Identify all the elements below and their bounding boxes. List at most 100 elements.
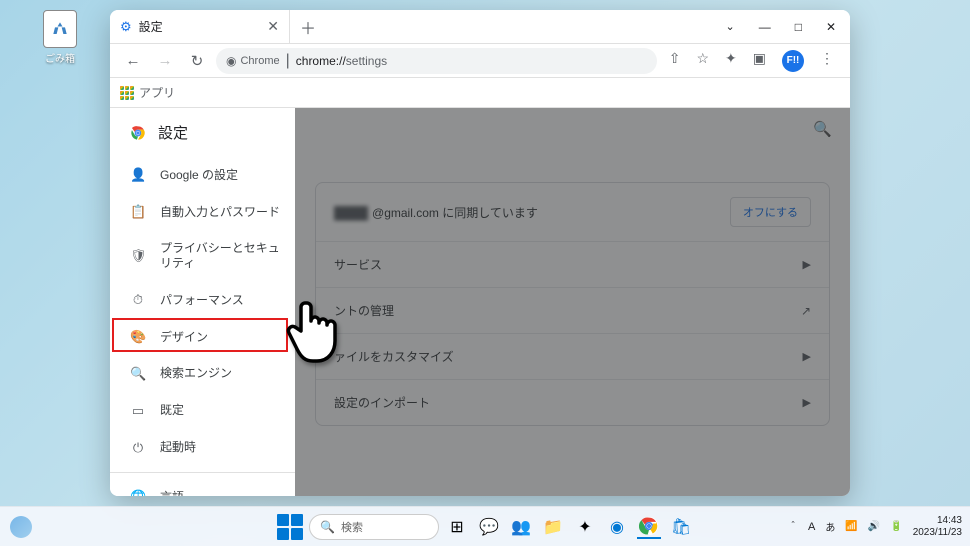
sidebar-item-label: 起動時 xyxy=(160,440,196,456)
url-path: settings xyxy=(346,54,387,68)
chevron-right-icon: ▶ xyxy=(803,396,811,409)
share-icon[interactable]: ⇧ xyxy=(669,50,681,72)
system-tray: ＾ A あ 📶 🔊 🔋 14:43 2023/11/23 xyxy=(788,515,962,538)
start-button[interactable] xyxy=(277,514,303,540)
tab-title: 設定 xyxy=(139,18,261,35)
sidebar-item-appearance[interactable]: 🎨 デザイン xyxy=(110,319,295,356)
sidebar-item-label: パフォーマンス xyxy=(160,293,244,309)
palette-icon: 🎨 xyxy=(130,329,146,346)
chevron-right-icon: ▶ xyxy=(803,258,811,271)
reload-button[interactable]: ↻ xyxy=(184,52,210,70)
back-button[interactable]: ← xyxy=(120,52,146,69)
titlebar: ⚙ 設定 ✕ ＋ ⌄ — □ ✕ xyxy=(110,10,850,44)
sidebar-item-label: 既定 xyxy=(160,403,184,419)
tray-overflow-icon[interactable]: ＾ xyxy=(788,519,798,534)
extensions-icon[interactable]: ✦ xyxy=(725,50,737,72)
search-placeholder: 検索 xyxy=(341,519,363,535)
store-icon[interactable]: 🛍 xyxy=(669,515,693,539)
address-bar: ← → ↻ ◉Chrome | chrome://settings ⇧ ☆ ✦ … xyxy=(110,44,850,78)
battery-icon[interactable]: 🔋 xyxy=(890,521,902,532)
teams-icon[interactable]: 👥 xyxy=(509,515,533,539)
taskbar: 🔍 検索 ⊞ 💬 👥 📁 ✦ ◉ 🛍 ＾ A あ 📶 🔊 🔋 14:43 202… xyxy=(0,506,970,546)
tabs-dropdown-icon[interactable]: ⌄ xyxy=(725,20,734,34)
wifi-icon[interactable]: 📶 xyxy=(845,521,857,532)
clipboard-icon: 📋 xyxy=(130,204,146,221)
settings-main: 🔍 ████ @gmail.com に同期しています オフにする サービス▶ ント… xyxy=(295,108,850,496)
customize-profile-row[interactable]: ァイルをカスタマイズ▶ xyxy=(316,334,829,380)
task-view-icon[interactable]: ⊞ xyxy=(445,515,469,539)
turn-off-button[interactable]: オフにする xyxy=(730,197,811,227)
kebab-menu-icon[interactable]: ⋮ xyxy=(820,50,834,72)
bookmarks-bar: アプリ xyxy=(110,78,850,108)
sidebar-item-default-browser[interactable]: ▭ 既定 xyxy=(110,393,295,430)
star-icon[interactable]: ☆ xyxy=(696,50,709,72)
email-masked: ████ xyxy=(334,206,368,220)
recycle-bin[interactable]: ごみ箱 xyxy=(35,10,85,65)
window-close-button[interactable]: ✕ xyxy=(826,20,836,34)
widgets-icon[interactable] xyxy=(10,516,32,538)
sync-text: @gmail.com に同期しています xyxy=(372,206,538,220)
recycle-bin-icon xyxy=(43,10,77,48)
chat-icon[interactable]: 💬 xyxy=(477,515,501,539)
external-link-icon: ↗ xyxy=(801,304,811,318)
window-minimize-button[interactable]: — xyxy=(759,20,771,34)
tab-close-icon[interactable]: ✕ xyxy=(267,18,279,35)
services-row[interactable]: サービス▶ xyxy=(316,242,829,288)
explorer-icon[interactable]: 📁 xyxy=(541,515,565,539)
sidebar-item-label: 自動入力とパスワード xyxy=(160,205,280,221)
ime-mode-icon[interactable]: あ xyxy=(825,519,835,534)
gauge-icon: ⏱ xyxy=(130,292,146,309)
sidebar-divider xyxy=(110,472,295,473)
chrome-taskbar-icon[interactable] xyxy=(637,515,661,539)
url-field[interactable]: ◉Chrome | chrome://settings xyxy=(216,48,657,74)
volume-icon[interactable]: 🔊 xyxy=(868,521,880,532)
sidebar-item-autofill[interactable]: 📋 自動入力とパスワード xyxy=(110,194,295,231)
sidebar-item-google[interactable]: 👤 Google の設定 xyxy=(110,157,295,194)
import-settings-row[interactable]: 設定のインポート▶ xyxy=(316,380,829,425)
row-label: ントの管理 xyxy=(334,302,801,319)
sidebar-item-label: デザイン xyxy=(160,330,208,346)
person-icon: 👤 xyxy=(130,167,146,184)
apps-grid-icon xyxy=(120,86,134,100)
forward-button: → xyxy=(152,52,178,69)
sidebar-item-privacy[interactable]: 🛡 プライバシーとセキュリティ xyxy=(110,231,295,282)
window-maximize-button[interactable]: □ xyxy=(795,20,802,34)
power-icon: ⏻ xyxy=(130,440,146,457)
clock[interactable]: 14:43 2023/11/23 xyxy=(913,515,962,538)
edge-icon[interactable]: ◉ xyxy=(605,515,629,539)
sidebar-item-label: 言語 xyxy=(160,490,184,496)
recycle-bin-label: ごみ箱 xyxy=(35,50,85,65)
search-icon: 🔍 xyxy=(130,366,146,383)
sidebar-item-label: プライバシーとセキュリティ xyxy=(160,241,281,272)
gear-icon: ⚙ xyxy=(120,19,132,35)
chrome-label: Chrome xyxy=(240,55,279,67)
sidebar-item-on-startup[interactable]: ⏻ 起動時 xyxy=(110,430,295,467)
chrome-logo-icon xyxy=(128,123,148,143)
url-prefix: chrome:// xyxy=(296,54,346,68)
sync-row[interactable]: ████ @gmail.com に同期しています オフにする xyxy=(316,183,829,242)
sidebar-item-search-engine[interactable]: 🔍検索エンジン xyxy=(110,356,295,393)
shield-icon: 🛡 xyxy=(130,248,146,265)
pinned-app-icon[interactable]: ✦ xyxy=(573,515,597,539)
sidebar-item-performance[interactable]: ⏱ パフォーマンス xyxy=(110,282,295,319)
apps-shortcut[interactable]: アプリ xyxy=(120,84,175,101)
browser-tab[interactable]: ⚙ 設定 ✕ xyxy=(110,10,290,43)
row-label: 設定のインポート xyxy=(334,394,803,411)
search-icon: 🔍 xyxy=(320,520,335,534)
taskbar-search[interactable]: 🔍 検索 xyxy=(309,514,439,540)
new-tab-button[interactable]: ＋ xyxy=(290,15,326,39)
account-manage-row[interactable]: ントの管理↗ xyxy=(316,288,829,334)
ime-indicator[interactable]: A xyxy=(808,521,815,533)
settings-search-icon[interactable]: 🔍 xyxy=(813,120,832,138)
globe-icon: 🌐 xyxy=(130,489,146,496)
sidebar-item-languages[interactable]: 🌐 言語 xyxy=(110,479,295,496)
tab-icon: ▭ xyxy=(130,403,146,420)
profile-avatar[interactable]: F!! xyxy=(782,50,804,72)
time-text: 14:43 xyxy=(913,515,962,527)
chrome-icon: ◉ xyxy=(226,54,236,68)
sidebar-title: 設定 xyxy=(158,122,188,143)
settings-card: ████ @gmail.com に同期しています オフにする サービス▶ ントの管… xyxy=(315,182,830,426)
date-text: 2023/11/23 xyxy=(913,527,962,539)
sidebar-item-label: Google の設定 xyxy=(160,168,238,184)
side-panel-icon[interactable]: ▣ xyxy=(753,50,766,72)
